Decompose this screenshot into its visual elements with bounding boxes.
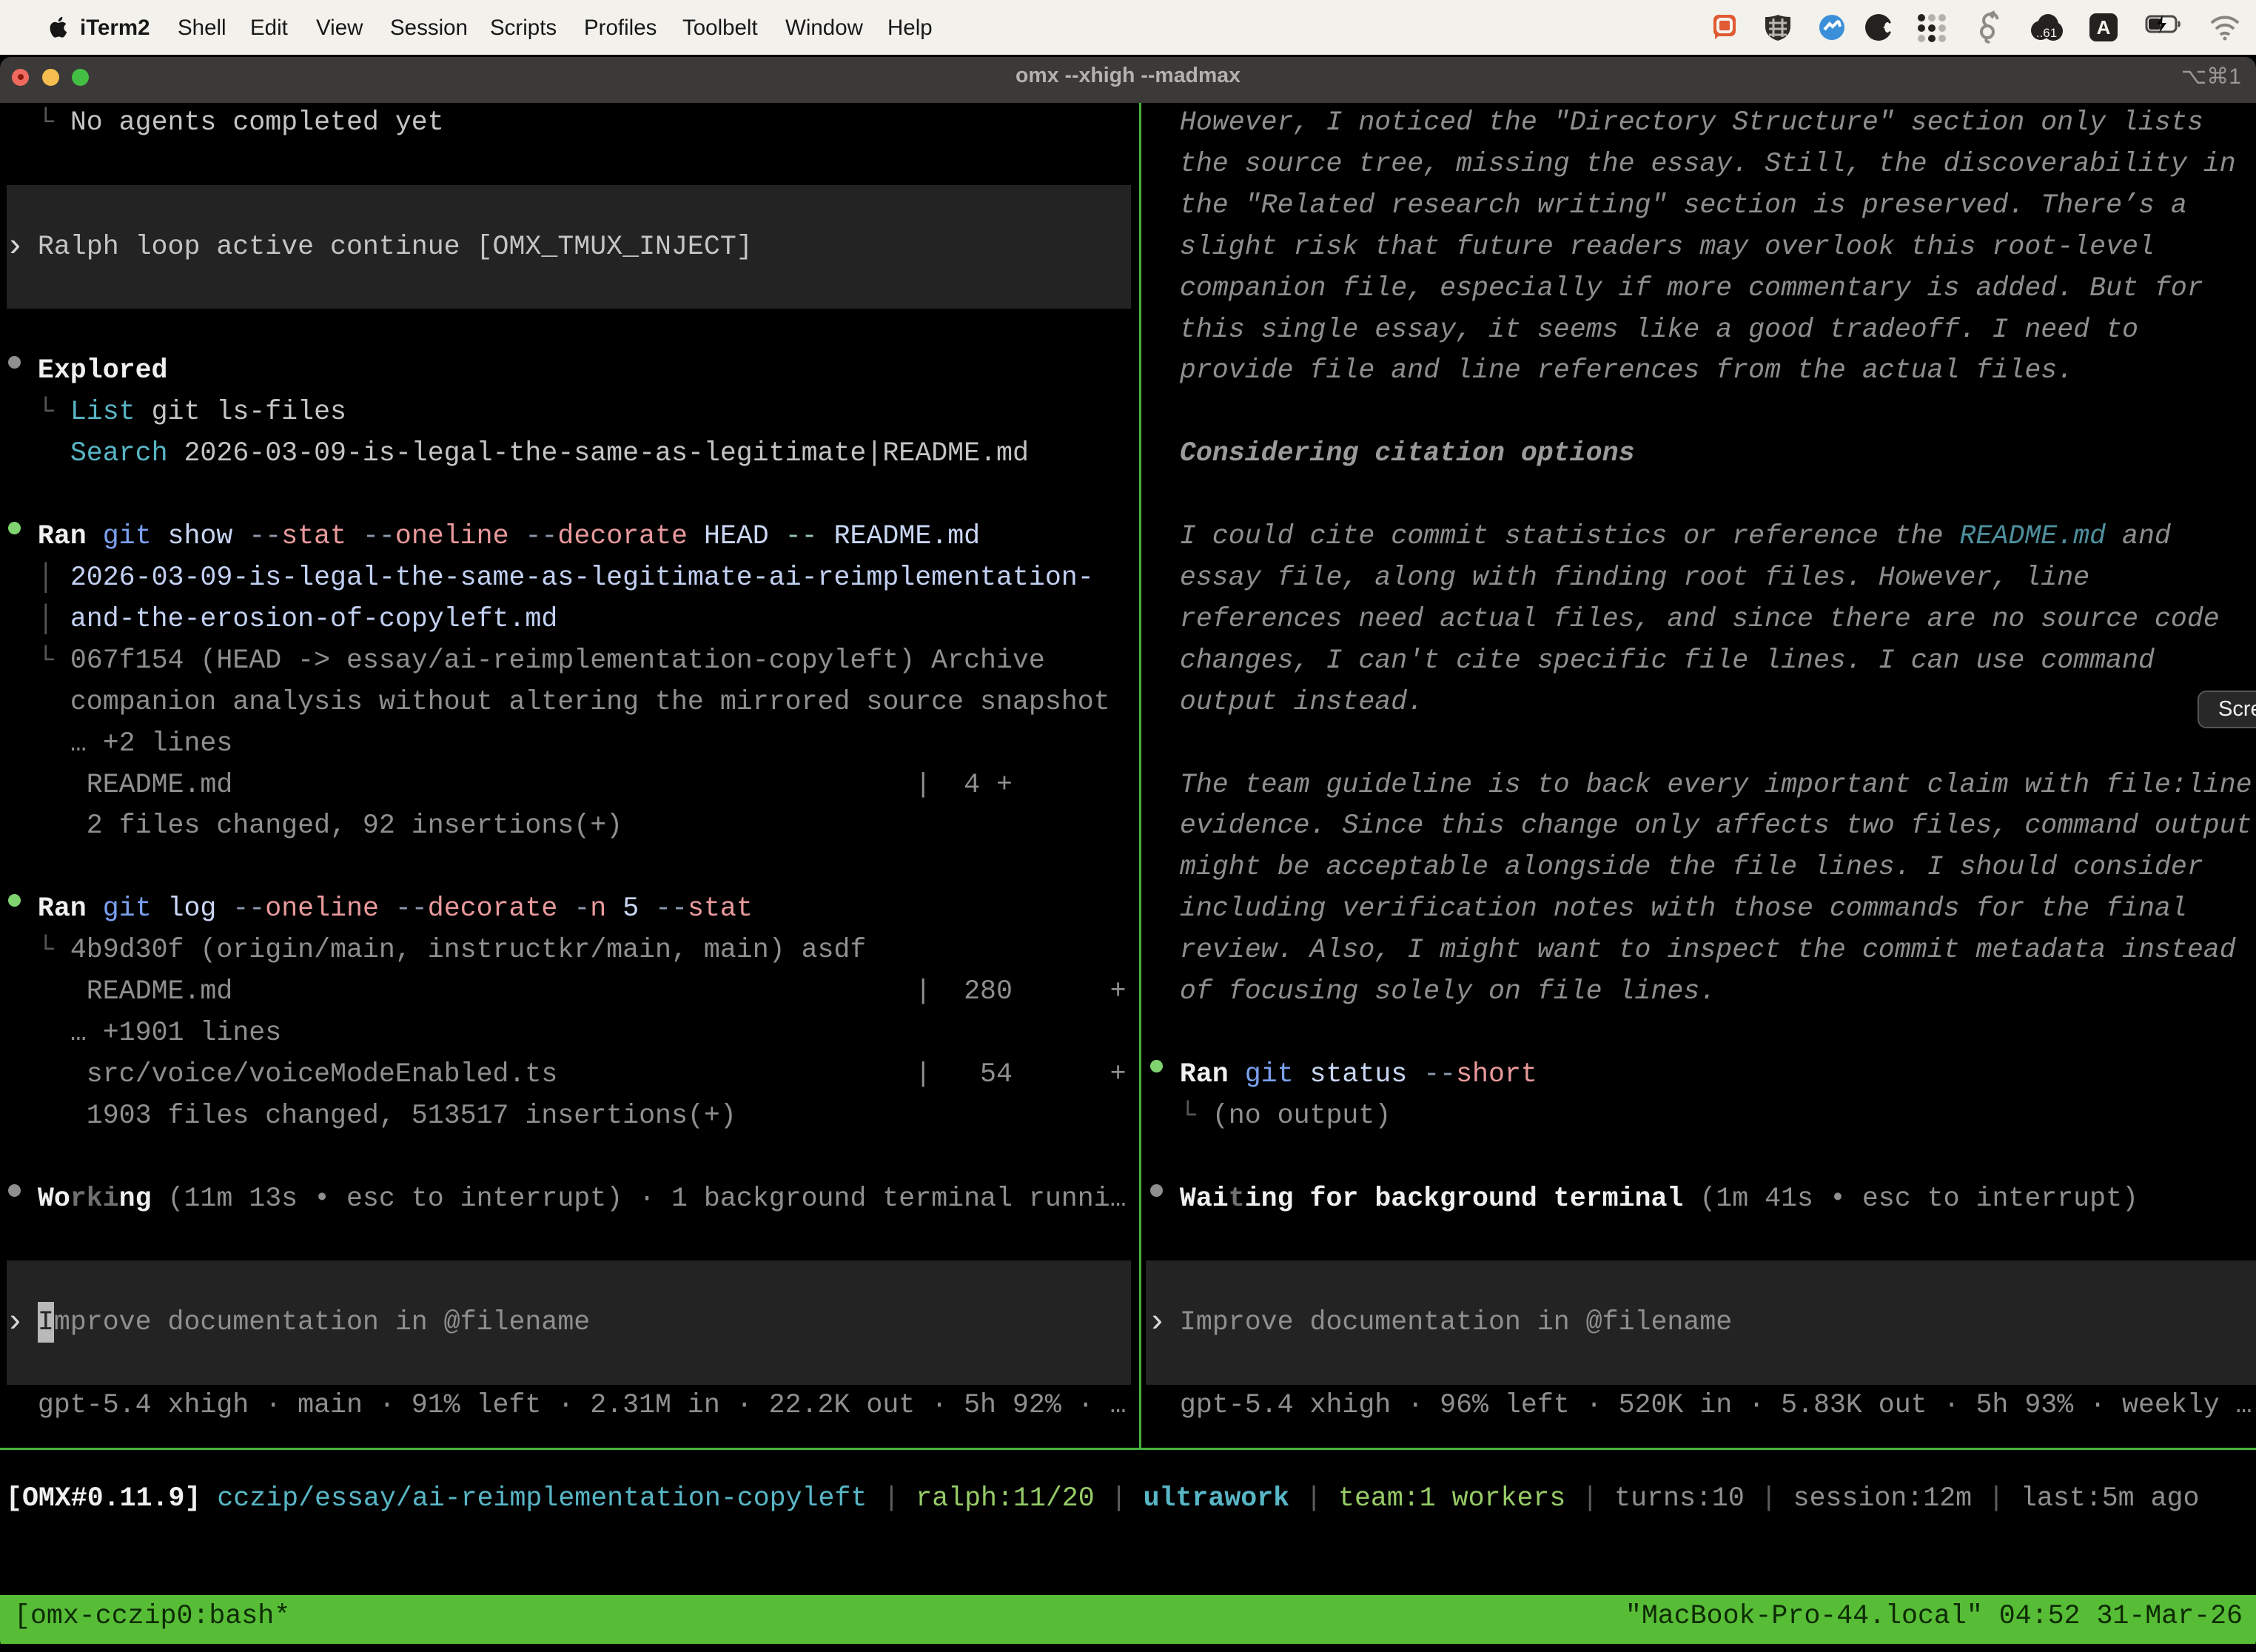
svg-text:..61: ..61 xyxy=(2036,26,2057,40)
svg-text:A: A xyxy=(2097,16,2111,38)
